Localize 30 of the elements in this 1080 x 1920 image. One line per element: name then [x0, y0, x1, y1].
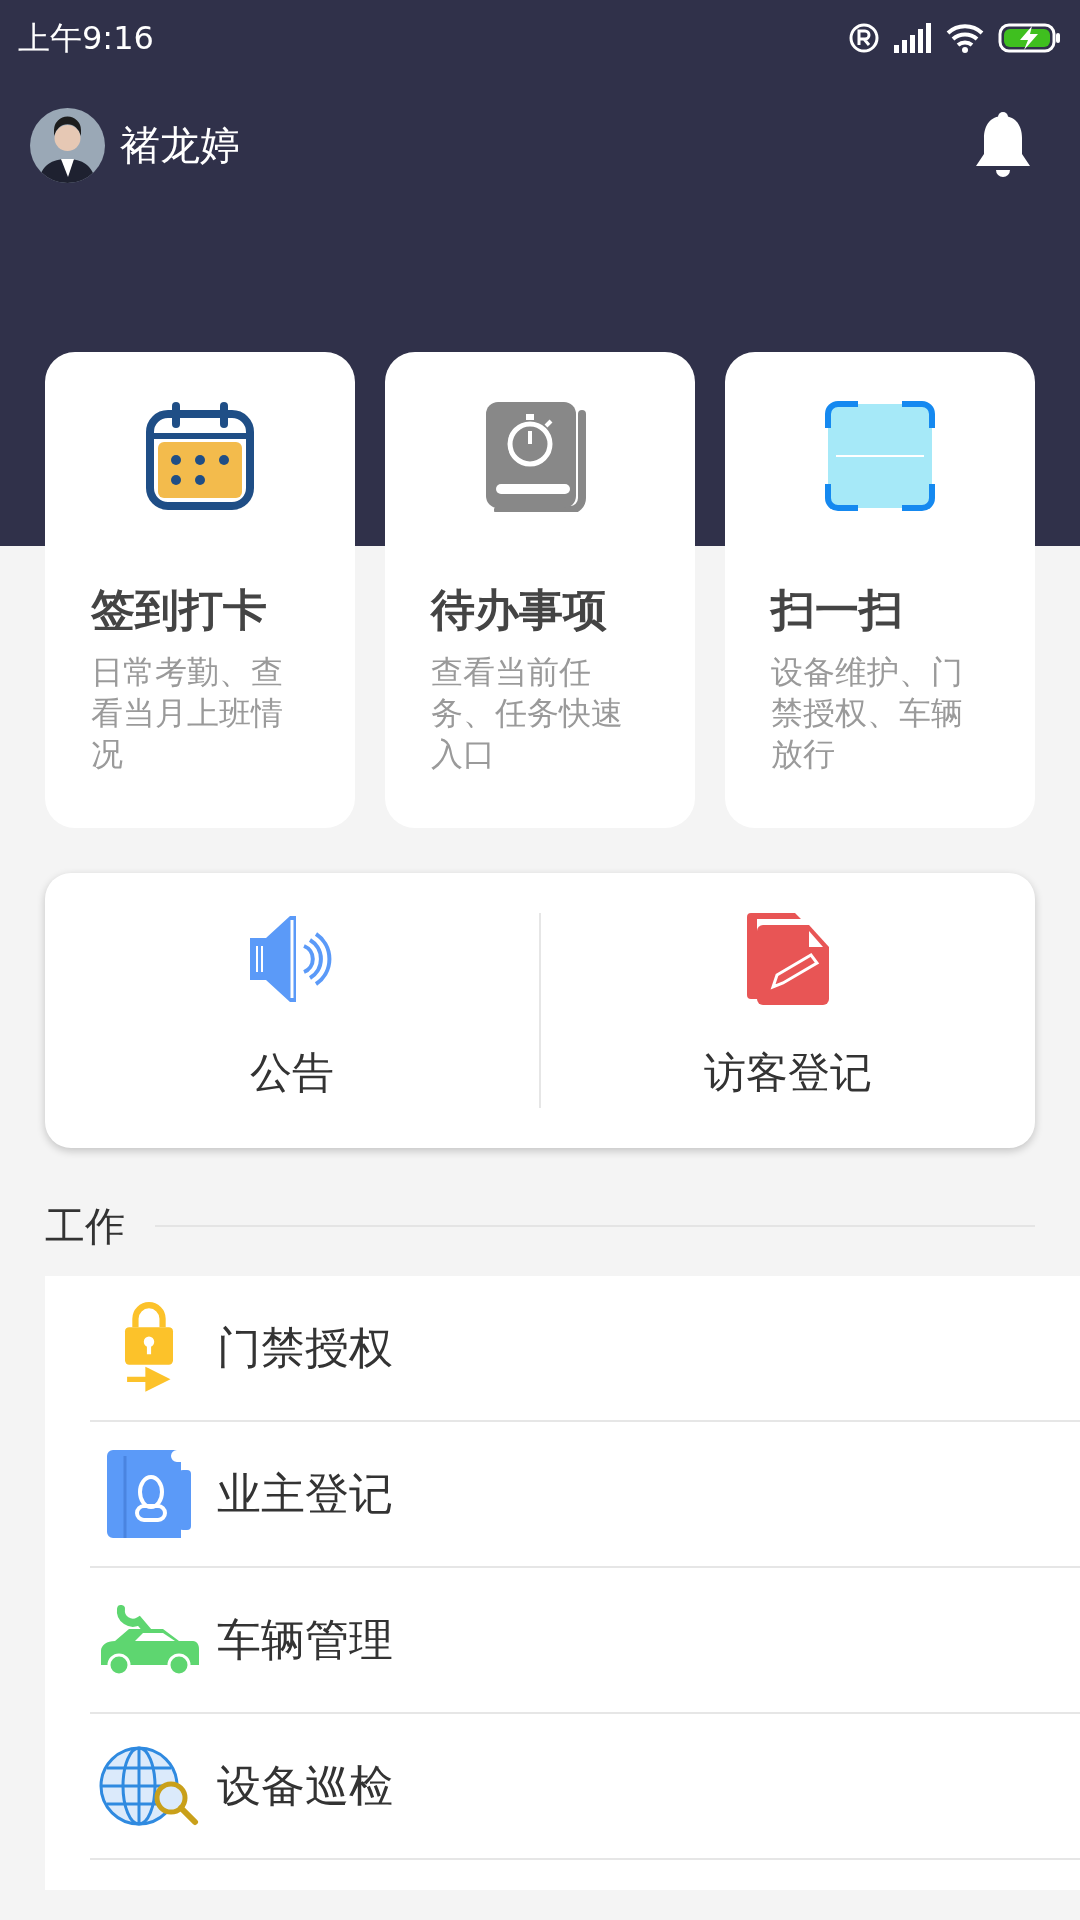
battery-icon — [998, 21, 1062, 54]
shortcut-button[interactable]: 访客登记 — [704, 1041, 872, 1104]
card-description: 设备维护、门禁授权、车辆放行 — [771, 652, 964, 775]
card-title: 待办事项 — [431, 583, 608, 637]
feature-card[interactable]: 签到打卡 日常考勤、查看当月上班情况 — [45, 352, 355, 828]
work-item[interactable]: 车辆管理 — [90, 1568, 1080, 1714]
feature-card[interactable]: 扫一扫 设备维护、门禁授权、车辆放行 — [725, 352, 1035, 828]
section-title: 工作 — [45, 1202, 125, 1251]
calendar-icon — [144, 400, 256, 512]
wifi-icon — [946, 22, 984, 53]
signal-icon — [894, 22, 932, 53]
shortcut-button[interactable]: 公告 — [250, 1041, 334, 1104]
card-description: 日常考勤、查看当月上班情况 — [91, 652, 284, 775]
work-item[interactable]: 业主登记 — [90, 1422, 1080, 1568]
work-item[interactable]: 门禁授权 — [90, 1276, 1080, 1422]
card-title: 扫一扫 — [771, 583, 904, 637]
user-name: 褚龙婷 — [120, 121, 240, 170]
card-description: 查看当前任务、任务快速入口 — [431, 652, 624, 775]
work-item[interactable]: 设备巡检 — [90, 1714, 1080, 1860]
contact-book-icon — [106, 1450, 191, 1538]
feature-card[interactable]: 待办事项 查看当前任务、任务快速入口 — [385, 352, 695, 828]
status-time: 上午9:16 — [18, 17, 154, 59]
globe-magnifier-icon — [98, 1746, 199, 1826]
registered-icon — [848, 21, 880, 54]
car-wrench-icon — [98, 1603, 199, 1677]
scan-frame-icon — [824, 400, 936, 512]
bell-icon[interactable] — [974, 112, 1032, 178]
speaker-icon — [250, 916, 334, 1002]
document-pencil-icon — [747, 913, 829, 1005]
card-title: 签到打卡 — [91, 583, 268, 637]
